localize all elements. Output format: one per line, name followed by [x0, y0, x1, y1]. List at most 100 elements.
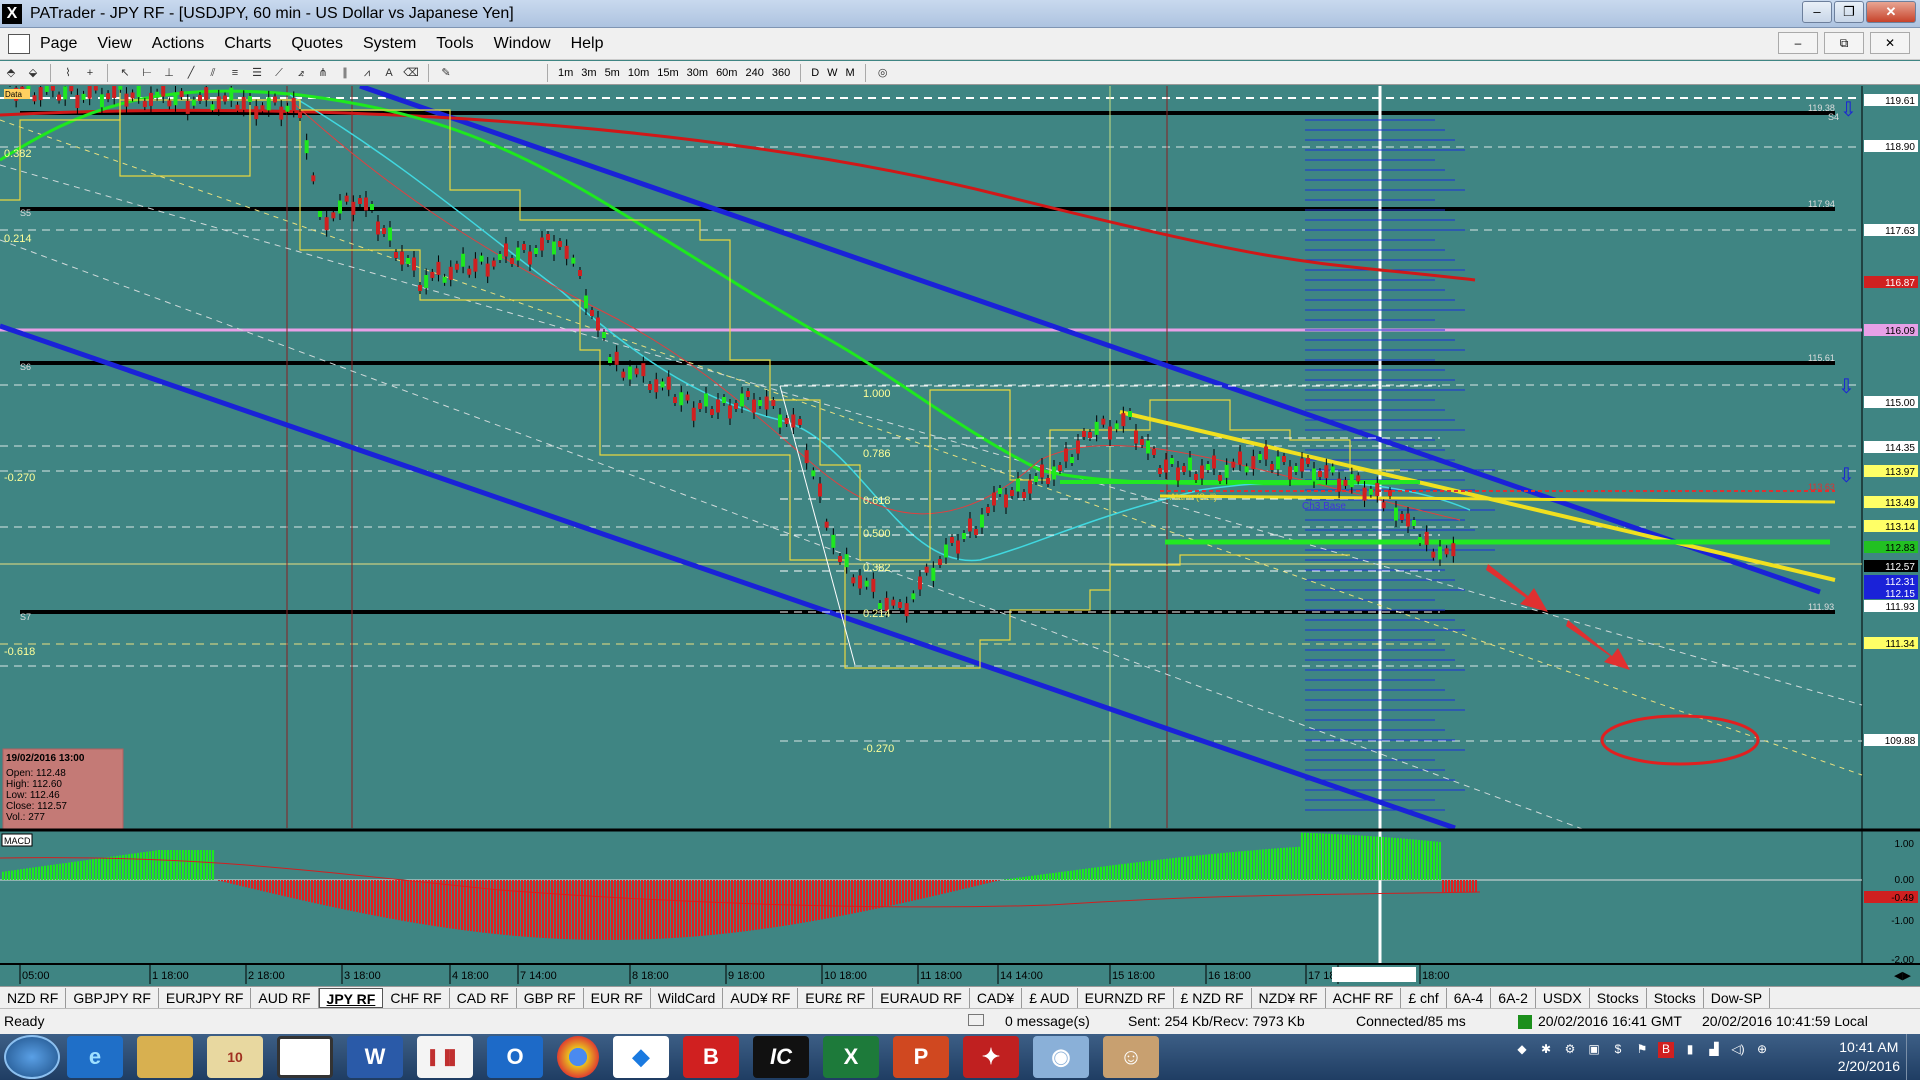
tab-achf-rf[interactable]: ACHF RF [1326, 987, 1402, 1008]
sync-tray-icon[interactable]: $ [1610, 1042, 1626, 1058]
globe-app-icon[interactable]: ◉ [1033, 1036, 1089, 1078]
close-button[interactable]: ✕ [1866, 1, 1916, 23]
taskbar-clock[interactable]: 10:41 AM 2/20/2016 [1838, 1038, 1900, 1076]
cycle-icon[interactable]: ∥ [335, 64, 355, 82]
tab-eur-rf[interactable]: EUR RF [584, 987, 651, 1008]
menu-system[interactable]: System [353, 35, 426, 53]
gann-icon[interactable]: ⦨ [291, 64, 311, 82]
crosshair-icon[interactable]: + [80, 64, 100, 82]
tab-gbpaud[interactable]: £ AUD [1022, 987, 1078, 1008]
draw-pen-icon[interactable]: ✎ [436, 64, 456, 82]
tab-gbp-rf[interactable]: GBP RF [517, 987, 584, 1008]
tab-cadjpy[interactable]: CAD¥ [970, 987, 1023, 1008]
minimize-button[interactable]: – [1802, 1, 1832, 23]
tab-eurgbp-rf[interactable]: EUR£ RF [798, 987, 874, 1008]
scroll-left-icon[interactable]: ◀▶ [1894, 970, 1911, 982]
trendline-icon[interactable]: ╱ [181, 64, 201, 82]
tab-stocks[interactable]: Stocks [1590, 987, 1647, 1008]
ic-app-icon[interactable]: IC [753, 1036, 809, 1078]
flag-icon[interactable]: ⚑ [1634, 1042, 1650, 1058]
tf-5m[interactable]: 5m [601, 67, 624, 79]
tab-dow-sp[interactable]: Dow-SP [1704, 987, 1771, 1008]
link-blue-icon[interactable]: ⬘ [1, 64, 21, 82]
wings-app-icon[interactable]: ✦ [963, 1036, 1019, 1078]
calendar-icon[interactable]: 10 [207, 1036, 263, 1078]
tab-6a-2[interactable]: 6A-2 [1491, 987, 1536, 1008]
tab-nzdjpy-rf[interactable]: NZD¥ RF [1252, 987, 1326, 1008]
tab-eurnzd-rf[interactable]: EURNZD RF [1078, 987, 1174, 1008]
indicator-icon[interactable]: ⌇ [58, 64, 78, 82]
tf-360[interactable]: 360 [768, 67, 794, 79]
tab-6a-4[interactable]: 6A-4 [1447, 987, 1492, 1008]
mdi-minimize-button[interactable]: – [1778, 32, 1818, 54]
regression-icon[interactable]: ⩘ [357, 64, 377, 82]
menu-page[interactable]: Page [30, 35, 87, 53]
pointer-icon[interactable]: ↖ [115, 64, 135, 82]
tf-60m[interactable]: 60m [712, 67, 741, 79]
tf-30m[interactable]: 30m [683, 67, 712, 79]
tf-1m[interactable]: 1m [554, 67, 577, 79]
tab-usdx[interactable]: USDX [1536, 987, 1590, 1008]
window-icon[interactable] [277, 1036, 333, 1078]
app-tray-icon[interactable]: ▣ [1586, 1042, 1602, 1058]
tab-aud-rf[interactable]: AUD RF [251, 987, 319, 1008]
maximize-button[interactable]: ❐ [1834, 1, 1864, 23]
ie-icon[interactable]: e [67, 1036, 123, 1078]
outlook-icon[interactable]: O [487, 1036, 543, 1078]
menu-view[interactable]: View [87, 35, 141, 53]
chart-tray-icon[interactable]: ▮ [1682, 1042, 1698, 1058]
chart-app-icon[interactable]: ▌▐▌ [417, 1036, 473, 1078]
excel-icon[interactable]: X [823, 1036, 879, 1078]
chart-area[interactable]: ⇩ ⇩ ⇩ 0.382 0.214 -0.270 -0.618 Data S5 … [0, 86, 1920, 986]
tab-gbpnzd-rf[interactable]: £ NZD RF [1174, 987, 1252, 1008]
menu-window[interactable]: Window [484, 35, 561, 53]
mdi-close-button[interactable]: ✕ [1870, 32, 1910, 54]
dropbox-icon[interactable]: ◆ [613, 1036, 669, 1078]
tray-extra-icon[interactable]: ⊕ [1754, 1042, 1770, 1058]
channel-icon[interactable]: ⫽ [203, 64, 223, 82]
tab-audjpy-rf[interactable]: AUD¥ RF [723, 987, 799, 1008]
menu-charts[interactable]: Charts [214, 35, 281, 53]
hline-icon[interactable]: ⊢ [137, 64, 157, 82]
menu-actions[interactable]: Actions [142, 35, 214, 53]
tab-nzd-rf[interactable]: NZD RF [0, 987, 67, 1008]
chrome-icon[interactable] [557, 1036, 599, 1078]
powerpoint-icon[interactable]: P [893, 1036, 949, 1078]
tab-stocks-2[interactable]: Stocks [1647, 987, 1704, 1008]
tf-3m[interactable]: 3m [577, 67, 600, 79]
period-daily[interactable]: D [807, 67, 823, 79]
menu-tools[interactable]: Tools [426, 35, 483, 53]
tf-10m[interactable]: 10m [624, 67, 653, 79]
tab-cad-rf[interactable]: CAD RF [450, 987, 517, 1008]
fib-ext-icon[interactable]: ☰ [247, 64, 267, 82]
dropbox-tray-icon[interactable]: ◆ [1514, 1042, 1530, 1058]
period-weekly[interactable]: W [823, 67, 841, 79]
volume-icon[interactable]: ◁) [1730, 1042, 1746, 1058]
tab-chf-rf[interactable]: CHF RF [383, 987, 450, 1008]
word-icon[interactable]: W [347, 1036, 403, 1078]
fib-fan-icon[interactable]: ⟋ [269, 64, 289, 82]
tf-240[interactable]: 240 [741, 67, 767, 79]
tab-eurjpy-rf[interactable]: EURJPY RF [159, 987, 252, 1008]
tab-gbpjpy-rf[interactable]: GBPJPY RF [66, 987, 159, 1008]
tab-euraud-rf[interactable]: EURAUD RF [873, 987, 970, 1008]
network-icon[interactable]: ▟ [1706, 1042, 1722, 1058]
andrews-icon[interactable]: ⋔ [313, 64, 333, 82]
tab-wildcard[interactable]: WildCard [651, 987, 724, 1008]
text-icon[interactable]: A [379, 64, 399, 82]
start-button[interactable] [4, 1035, 60, 1079]
b-app-icon[interactable]: B [683, 1036, 739, 1078]
folder-icon[interactable] [137, 1036, 193, 1078]
fibonacci-icon[interactable]: ≡ [225, 64, 245, 82]
link-red-icon[interactable]: ⬙ [23, 64, 43, 82]
bluetooth-icon[interactable]: ✱ [1538, 1042, 1554, 1058]
menu-help[interactable]: Help [561, 35, 614, 53]
people-app-icon[interactable]: ☺ [1103, 1036, 1159, 1078]
tf-15m[interactable]: 15m [653, 67, 682, 79]
show-desktop-button[interactable] [1906, 1034, 1920, 1080]
settings-circle-icon[interactable]: ◎ [873, 64, 893, 82]
menu-quotes[interactable]: Quotes [281, 35, 353, 53]
tab-jpy-rf[interactable]: JPY RF [318, 987, 384, 1008]
b-tray-icon[interactable]: B [1658, 1042, 1674, 1058]
period-monthly[interactable]: M [842, 67, 859, 79]
